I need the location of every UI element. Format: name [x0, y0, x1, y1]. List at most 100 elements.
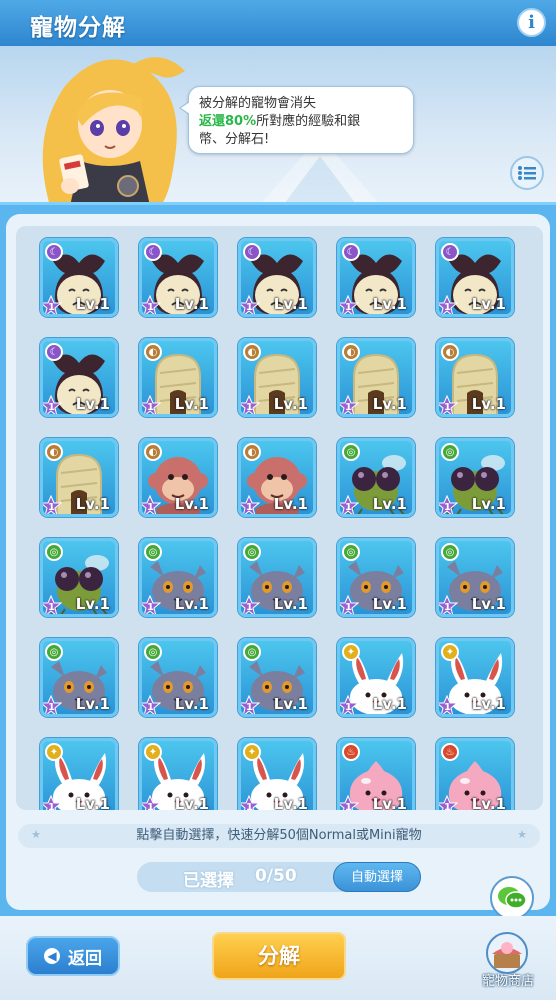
moon-element-icon: ☾	[144, 243, 162, 261]
pet-shop-icon[interactable]	[484, 932, 530, 974]
info-icon[interactable]: i	[517, 8, 546, 37]
pet-card[interactable]: ☾ 1 Lv.1	[40, 238, 118, 317]
speech-bubble: 被分解的寵物會消失 返還80%所對應的經驗和銀 幣、分解石!	[179, 86, 414, 154]
star-rank-number: 1	[444, 402, 451, 413]
wind-element-icon: ◎	[441, 543, 459, 561]
pet-level: Lv.1	[471, 795, 506, 810]
star-decoration-icon: ★	[31, 828, 41, 841]
earth-element-icon: ◐	[144, 343, 162, 361]
chat-icon[interactable]	[490, 876, 534, 920]
pet-card[interactable]: ✦ 1 Lv.1	[40, 738, 118, 810]
star-rank-number: 1	[246, 502, 253, 513]
star-rank-number: 1	[147, 502, 154, 513]
selected-count: 0/50	[255, 866, 297, 886]
decompose-button[interactable]: 分解	[212, 932, 346, 980]
pet-level: Lv.1	[372, 295, 407, 313]
speech-line-1: 被分解的寵物會消失	[199, 96, 317, 111]
pet-level: Lv.1	[174, 795, 209, 810]
star-rank-number: 1	[444, 302, 451, 313]
holy-element-icon: ✦	[45, 743, 63, 761]
pet-card[interactable]: ◎ 1 Lv.1	[40, 538, 118, 617]
list-icon[interactable]	[510, 156, 544, 190]
pet-level: Lv.1	[471, 695, 506, 713]
wind-element-icon: ◎	[342, 443, 360, 461]
star-rank-number: 1	[48, 402, 55, 413]
pet-level: Lv.1	[174, 395, 209, 413]
moon-element-icon: ☾	[45, 243, 63, 261]
pet-level: Lv.1	[273, 295, 308, 313]
holy-element-icon: ✦	[342, 643, 360, 661]
character-portrait	[42, 57, 185, 206]
pet-card[interactable]: ◎ 1 Lv.1	[40, 638, 118, 717]
pet-card[interactable]: ◎ 1 Lv.1	[139, 538, 217, 617]
star-rank-number: 1	[345, 502, 352, 513]
pet-card[interactable]: ◐ 1 Lv.1	[238, 438, 316, 517]
wind-element-icon: ◎	[45, 543, 63, 561]
star-rank-number: 1	[147, 302, 154, 313]
pet-card[interactable]: ◎ 1 Lv.1	[436, 538, 514, 617]
header-bar: 寵物分解 i	[0, 0, 556, 46]
pet-level: Lv.1	[174, 295, 209, 313]
pet-card[interactable]: ◎ 1 Lv.1	[337, 538, 415, 617]
holy-element-icon: ✦	[144, 743, 162, 761]
pet-card[interactable]: ✦ 1 Lv.1	[337, 638, 415, 717]
wind-element-icon: ◎	[243, 643, 261, 661]
star-rank-number: 1	[246, 302, 253, 313]
pet-card[interactable]: ◎ 1 Lv.1	[238, 538, 316, 617]
pet-card[interactable]: ◎ 1 Lv.1	[139, 638, 217, 717]
pet-card[interactable]: ♨ 1 Lv.1	[436, 738, 514, 810]
pet-card[interactable]: ◐ 1 Lv.1	[139, 438, 217, 517]
pet-level: Lv.1	[471, 495, 506, 513]
pet-level: Lv.1	[471, 395, 506, 413]
pet-card[interactable]: ☾ 1 Lv.1	[40, 338, 118, 417]
pet-card[interactable]: ☾ 1 Lv.1	[337, 238, 415, 317]
pet-level: Lv.1	[273, 695, 308, 713]
pet-card[interactable]: ◐ 1 Lv.1	[436, 338, 514, 417]
speech-line-3: 幣、分解石!	[199, 132, 270, 147]
pet-level: Lv.1	[471, 595, 506, 613]
fire-element-icon: ♨	[441, 743, 459, 761]
pet-card[interactable]: ◎ 1 Lv.1	[238, 638, 316, 717]
pet-level: Lv.1	[273, 595, 308, 613]
hint-text: 點擊自動選擇，快速分解50個Normal或Mini寵物	[136, 828, 422, 843]
auto-select-button[interactable]: 自動選擇	[333, 862, 421, 892]
star-decoration-icon: ★	[517, 828, 527, 841]
selection-bar: 已選擇 0/50 自動選擇	[137, 862, 421, 892]
pet-card[interactable]: ♨ 1 Lv.1	[337, 738, 415, 810]
pet-card[interactable]: ◎ 1 Lv.1	[436, 438, 514, 517]
star-rank-number: 1	[246, 802, 253, 810]
pet-card[interactable]: ◎ 1 Lv.1	[337, 438, 415, 517]
pet-level: Lv.1	[75, 595, 110, 613]
star-rank-number: 1	[48, 502, 55, 513]
wind-element-icon: ◎	[342, 543, 360, 561]
pet-card[interactable]: ◐ 1 Lv.1	[139, 338, 217, 417]
pet-card[interactable]: ✦ 1 Lv.1	[436, 638, 514, 717]
back-button[interactable]: ◀ 返回	[26, 936, 120, 976]
pet-card[interactable]: ◐ 1 Lv.1	[40, 438, 118, 517]
star-rank-number: 1	[48, 702, 55, 713]
star-rank-number: 1	[345, 302, 352, 313]
pet-level: Lv.1	[174, 695, 209, 713]
selected-label: 已選擇	[183, 871, 234, 891]
star-rank-number: 1	[246, 602, 253, 613]
pet-card[interactable]: ◐ 1 Lv.1	[337, 338, 415, 417]
pet-level: Lv.1	[372, 395, 407, 413]
pet-level: Lv.1	[174, 495, 209, 513]
pet-card[interactable]: ✦ 1 Lv.1	[238, 738, 316, 810]
pet-card[interactable]: ✦ 1 Lv.1	[139, 738, 217, 810]
pet-level: Lv.1	[75, 495, 110, 513]
holy-element-icon: ✦	[243, 743, 261, 761]
earth-element-icon: ◐	[45, 443, 63, 461]
banner: 被分解的寵物會消失 返還80%所對應的經驗和銀 幣、分解石!	[0, 46, 556, 206]
star-rank-number: 1	[444, 702, 451, 713]
pet-level: Lv.1	[372, 695, 407, 713]
pet-grid-scroll[interactable]: ☾ 1 Lv.1 ☾ 1 Lv.1 ☾ 1 Lv.1 ☾ 1 Lv.1 ☾ 1 Lv.1 ☾ 1 Lv.1 ◐ 1 Lv…	[16, 226, 543, 810]
pet-card[interactable]: ☾ 1 Lv.1	[436, 238, 514, 317]
wind-element-icon: ◎	[144, 543, 162, 561]
pet-card[interactable]: ◐ 1 Lv.1	[238, 338, 316, 417]
star-rank-number: 1	[246, 702, 253, 713]
pet-card[interactable]: ☾ 1 Lv.1	[238, 238, 316, 317]
star-rank-number: 1	[147, 602, 154, 613]
pet-grid: ☾ 1 Lv.1 ☾ 1 Lv.1 ☾ 1 Lv.1 ☾ 1 Lv.1 ☾ 1 Lv.1 ☾ 1 Lv.1 ◐ 1 Lv…	[40, 238, 514, 810]
pet-card[interactable]: ☾ 1 Lv.1	[139, 238, 217, 317]
